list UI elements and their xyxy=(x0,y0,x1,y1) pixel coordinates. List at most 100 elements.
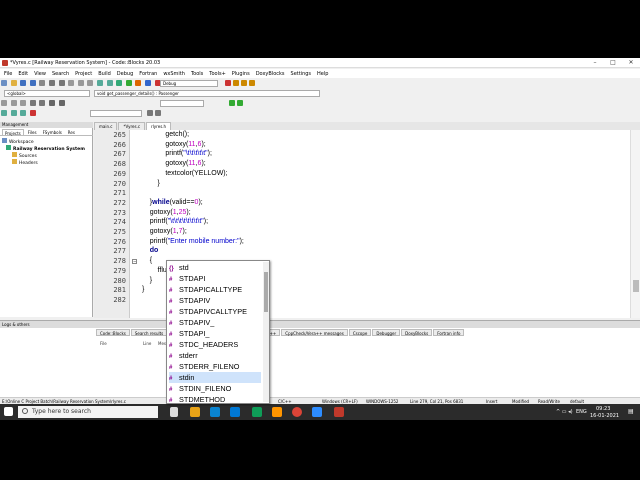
open-icon[interactable] xyxy=(10,80,17,86)
next-bookmark-icon[interactable] xyxy=(20,110,27,116)
zoom-icon[interactable] xyxy=(312,407,322,417)
headers-folder[interactable]: Headers xyxy=(12,159,38,166)
editor-scroll-thumb[interactable] xyxy=(633,280,639,292)
autocomplete-item[interactable]: # stdin xyxy=(169,372,261,383)
autocomplete-scrollbar[interactable] xyxy=(263,262,269,402)
symbol-s-icon[interactable] xyxy=(48,100,55,106)
menu-tools-plus[interactable]: Tools+ xyxy=(209,71,226,77)
tray-time[interactable]: 09:23 xyxy=(596,406,610,412)
menu-project[interactable]: Project xyxy=(75,71,92,77)
workspace-node[interactable]: Workspace xyxy=(2,138,34,145)
system-tray-icons[interactable]: ^ ▭ ◂) xyxy=(556,409,573,415)
tab-fsymbols[interactable]: FSymbols xyxy=(41,129,64,135)
save-all-icon[interactable] xyxy=(29,80,36,86)
save-icon[interactable] xyxy=(20,80,27,86)
autocomplete-item[interactable]: {} std xyxy=(169,262,261,273)
tray-date[interactable]: 16-01-2021 xyxy=(590,413,619,419)
tab-projects[interactable]: Projects xyxy=(2,129,24,136)
tray-language[interactable]: ENG xyxy=(576,409,587,415)
scope-select[interactable]: <global> xyxy=(4,90,90,97)
build-icon[interactable] xyxy=(116,80,123,86)
log-tab-cscope[interactable]: Cscope xyxy=(348,329,372,336)
notification-icon[interactable]: ▤ xyxy=(628,408,634,415)
menu-wxsmith[interactable]: wxSmith xyxy=(163,71,185,77)
debug-stop-icon[interactable] xyxy=(249,80,255,86)
menu-search[interactable]: Search xyxy=(52,71,69,77)
autocomplete-item[interactable]: # STDAPICALLTYPE xyxy=(169,284,261,295)
autocomplete-item[interactable]: # stderr xyxy=(169,350,261,361)
edge-icon[interactable] xyxy=(210,407,220,417)
maximize-button[interactable]: □ xyxy=(604,58,622,68)
editor-vertical-scrollbar[interactable] xyxy=(630,130,640,318)
menu-edit[interactable]: Edit xyxy=(18,71,28,77)
prev-bookmark-icon[interactable] xyxy=(10,110,17,116)
print-icon[interactable] xyxy=(39,80,46,86)
autocomplete-scroll-thumb[interactable] xyxy=(264,272,268,312)
menu-debug[interactable]: Debug xyxy=(117,71,133,77)
store-icon[interactable] xyxy=(230,407,240,417)
comment-icon[interactable] xyxy=(1,100,7,106)
autocomplete-item[interactable]: # STDAPI_ xyxy=(169,328,261,339)
log-tab-cppcheck-messages[interactable]: CppCheck/Vera++ messages xyxy=(281,329,348,336)
autocomplete-popup[interactable]: {} std # STDAPI # STDAPICALLTYPE # STDAPIV # STDA… xyxy=(166,260,270,404)
run-icon[interactable] xyxy=(125,80,132,86)
toggle-bookmark-icon[interactable] xyxy=(1,110,7,116)
app-icon[interactable] xyxy=(252,407,262,417)
log-tab-doxyblocks[interactable]: DoxyBlocks xyxy=(401,329,433,336)
find-prev-icon[interactable] xyxy=(147,110,153,116)
uncomment-icon[interactable] xyxy=(10,100,17,106)
menu-fortran[interactable]: Fortran xyxy=(139,71,157,77)
menu-file[interactable]: File xyxy=(4,71,12,77)
function-select[interactable]: void get_passenger_details() : Passenger xyxy=(94,90,320,97)
chrome-icon[interactable] xyxy=(292,407,302,417)
log-tab-debugger[interactable]: Debugger xyxy=(372,329,401,336)
autocomplete-item[interactable]: # STDERR_FILENO xyxy=(169,361,261,372)
zoom-out-icon[interactable] xyxy=(39,100,46,106)
autocomplete-item[interactable]: # STDAPIV_ xyxy=(169,317,261,328)
find-icon[interactable] xyxy=(96,80,103,86)
taskbar-search-box[interactable]: Type here to search xyxy=(18,406,158,418)
tab-files[interactable]: Files xyxy=(26,129,39,135)
debug-run-icon[interactable] xyxy=(225,80,231,86)
redo-icon[interactable] xyxy=(58,80,65,86)
firefox-icon[interactable] xyxy=(272,407,282,417)
menu-tools[interactable]: Tools xyxy=(191,71,203,77)
menu-help[interactable]: Help xyxy=(317,71,328,77)
tab-rlyres-h[interactable]: rlyres.h xyxy=(146,122,172,130)
autocomplete-item[interactable]: # STDMETHOD xyxy=(169,394,261,403)
autocomplete-item[interactable]: # STDIN_FILENO xyxy=(169,383,261,394)
toggle-comment-icon[interactable] xyxy=(20,100,27,106)
build-target-select[interactable]: Debug xyxy=(160,80,218,87)
tab-vyres-c[interactable]: *Vyres.c xyxy=(118,122,146,130)
undo-icon[interactable] xyxy=(48,80,55,86)
build-run-icon[interactable] xyxy=(135,80,142,86)
sources-folder[interactable]: Sources xyxy=(12,152,37,159)
search-combo[interactable] xyxy=(160,100,204,107)
find-next-icon[interactable] xyxy=(155,110,161,116)
new-file-icon[interactable] xyxy=(1,80,7,86)
menu-view[interactable]: View xyxy=(34,71,46,77)
fold-marker-icon[interactable]: − xyxy=(132,259,137,265)
clear-bookmarks-icon[interactable] xyxy=(29,110,36,116)
menu-doxyblocks[interactable]: DoxyBlocks xyxy=(256,71,285,77)
close-button[interactable]: ✕ xyxy=(622,58,640,68)
rebuild-icon[interactable] xyxy=(144,80,151,86)
file-explorer-icon[interactable] xyxy=(190,407,200,417)
symbol-c-icon[interactable] xyxy=(58,100,65,106)
jump-back-icon[interactable] xyxy=(229,100,235,106)
menu-settings[interactable]: Settings xyxy=(291,71,312,77)
jump-forward-icon[interactable] xyxy=(237,100,243,106)
tab-main-c[interactable]: main.c xyxy=(94,122,118,130)
menu-plugins[interactable]: Plugins xyxy=(232,71,250,77)
autocomplete-item[interactable]: # STDC_HEADERS xyxy=(169,339,261,350)
minimize-button[interactable]: – xyxy=(586,58,604,68)
paste-icon[interactable] xyxy=(87,80,94,86)
debug-next-icon[interactable] xyxy=(241,80,247,86)
project-node[interactable]: Railway Reservation System xyxy=(6,145,85,152)
autocomplete-item[interactable]: # STDAPIVCALLTYPE xyxy=(169,306,261,317)
log-tab-codeblocks[interactable]: Code::Blocks xyxy=(96,329,130,336)
replace-icon[interactable] xyxy=(106,80,113,86)
debug-step-icon[interactable] xyxy=(233,80,239,86)
codeblocks-taskbar-icon[interactable] xyxy=(334,407,344,417)
tab-resources[interactable]: Res xyxy=(66,129,77,135)
